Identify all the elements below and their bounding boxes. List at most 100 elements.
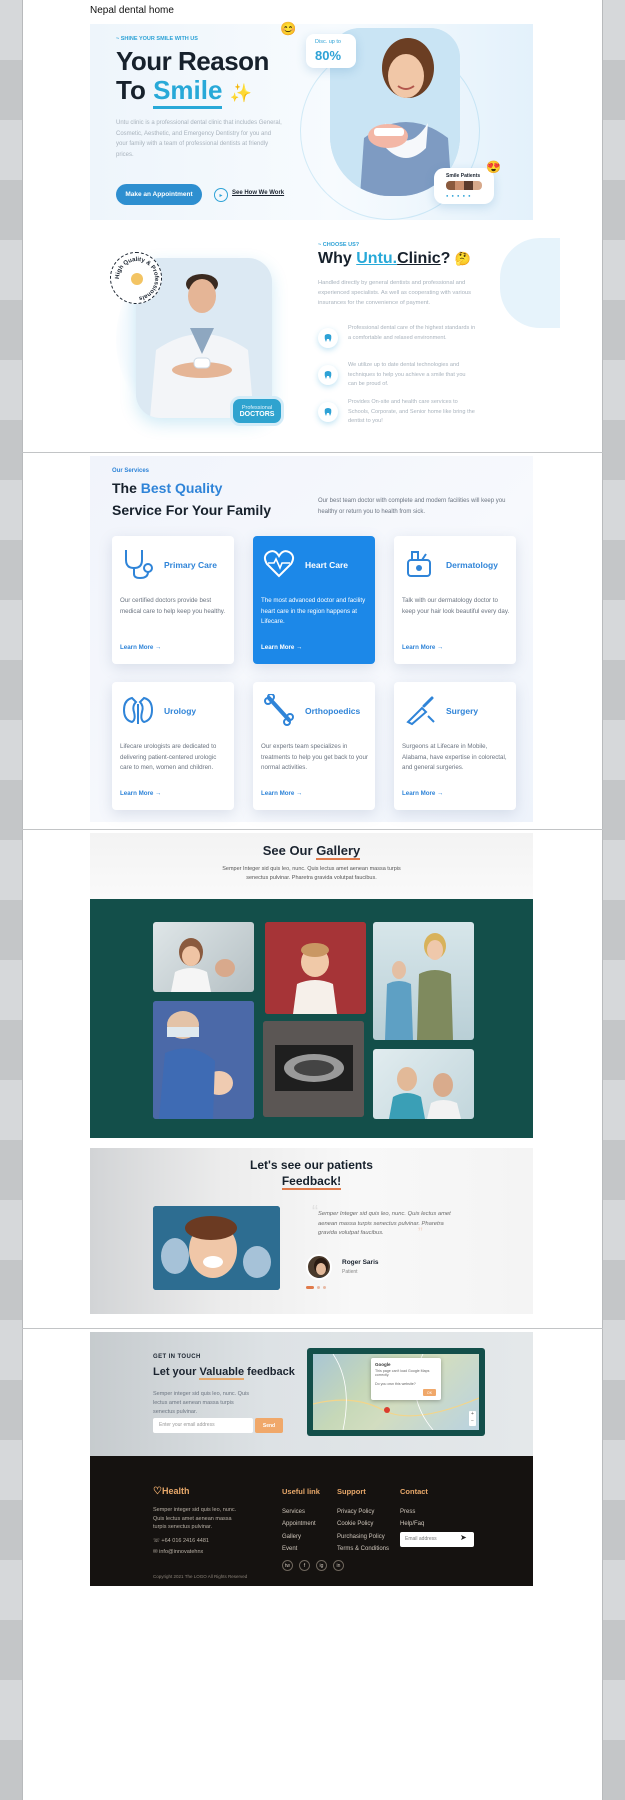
feedback-section: Let's see our patients Feedback! “ Sempe… <box>90 1148 533 1314</box>
feedback-title-highlight: Feedback! <box>281 1174 342 1190</box>
footer-link-cookie[interactable]: Cookie Policy <box>337 1518 389 1531</box>
footer-link-appointment[interactable]: Appointment <box>282 1518 320 1531</box>
footer-link-terms[interactable]: Terms & Conditions <box>337 1543 389 1556</box>
facebook-icon[interactable]: f <box>299 1560 310 1571</box>
learn-more-link[interactable]: Learn More → <box>261 790 302 797</box>
smile-patients-card: Smile Patients ● ● ● ● ● <box>434 168 494 204</box>
hero-section: ~ SHINE YOUR SMILE WITH US Your Reason T… <box>90 21 533 220</box>
stethoscope-icon <box>125 550 153 580</box>
send-arrow-icon[interactable]: ➤ <box>460 1533 467 1542</box>
service-card-description: Talk with our dermatology doctor to keep… <box>402 597 510 615</box>
hero-headline-line2: To Smile ✨ <box>116 75 253 109</box>
feature-text: Professional dental care of the highest … <box>348 325 476 341</box>
footer-link-event[interactable]: Event <box>282 1543 320 1556</box>
thinking-emoji-icon: 🤔 <box>454 251 472 266</box>
feedback-title-line2: Feedback! <box>90 1174 533 1190</box>
why-section: High Quality & Professionals Professiona… <box>90 228 560 438</box>
gallery-photo-staff[interactable] <box>373 922 474 1040</box>
gallery-photo-smiling-pair[interactable] <box>373 1049 474 1119</box>
service-card-description: Lifecare urologists are dedicated to del… <box>120 743 217 771</box>
footer-link-purchasing[interactable]: Purchasing Policy <box>337 1531 389 1544</box>
footer-email-text: info@innovatehnx <box>159 1549 204 1555</box>
why-intro: Handled directly by general dentists and… <box>318 280 472 306</box>
service-card-primary care[interactable]: Primary Care Our certified doctors provid… <box>112 536 234 664</box>
gallery-subtitle: Semper Integer sid quis leo, nunc. Quis … <box>222 866 401 881</box>
kidney-icon <box>122 696 154 724</box>
service-card-surgery[interactable]: Surgery Surgeons at Lifecare in Mobile, A… <box>394 682 516 810</box>
headline-smile: Smile <box>153 75 223 109</box>
gallery-title-gallery: Gallery <box>316 843 361 860</box>
learn-more-link[interactable]: Learn More → <box>402 790 443 797</box>
feature-item: Provides On-site and health care service… <box>318 398 478 435</box>
gallery-title-see: See Our <box>262 843 313 858</box>
learn-more-link[interactable]: Learn More → <box>402 644 443 651</box>
feature-list: Professional dental care of the highest … <box>318 324 478 435</box>
carousel-dot[interactable] <box>317 1286 320 1289</box>
gallery-photo-dentist-patient[interactable] <box>153 922 254 992</box>
twitter-icon[interactable]: tw <box>282 1560 293 1571</box>
contact-heading: Contact <box>400 1487 428 1496</box>
gallery-title: See Our Gallery <box>90 843 533 860</box>
quote-close-icon: ” <box>418 1224 423 1240</box>
feedback-photo <box>153 1206 280 1290</box>
footer-phone-text: +64 016 2416 4481 <box>161 1538 209 1544</box>
feature-text: Provides On-site and health care service… <box>348 399 475 424</box>
learn-more-link[interactable]: Learn More → <box>120 644 161 651</box>
service-card-orthopoedics[interactable]: Orthopoedics Our experts team specializes… <box>253 682 375 810</box>
gallery-photo-xray[interactable] <box>263 1021 364 1117</box>
footer-copyright: Copyright 2021 The LOGO All Rights Reser… <box>153 1574 248 1579</box>
decorative-blob <box>500 238 560 328</box>
carousel-dot-active[interactable] <box>306 1286 314 1289</box>
author-name: Roger Saris <box>342 1259 379 1266</box>
learn-more-link[interactable]: Learn More → <box>261 644 302 651</box>
send-button[interactable]: Send <box>255 1418 283 1433</box>
play-icon[interactable]: ▸ <box>214 188 228 202</box>
services-title-line2: Service For Your Family <box>112 502 271 518</box>
footer-link-services[interactable]: Services <box>282 1506 320 1519</box>
why-title-brand: Untu. <box>356 250 398 267</box>
instagram-icon[interactable]: ig <box>316 1560 327 1571</box>
gallery-photo-child-chair[interactable] <box>265 922 366 1014</box>
gallery-photo-dental-exam[interactable] <box>153 1001 254 1119</box>
services-section: Our Services The Best Quality Service Fo… <box>90 456 533 822</box>
sparkle-icon: ✨ <box>229 83 253 103</box>
tooth-care-icon <box>318 328 338 348</box>
services-title-the: The <box>112 480 137 496</box>
footer-link-press[interactable]: Press <box>400 1506 428 1519</box>
why-title: Why Untu.Clinic? 🤔 <box>318 250 471 268</box>
map-embed[interactable]: Google This page can't load Google Maps … <box>313 1354 479 1430</box>
feature-text: We utilize up to date dental technologie… <box>348 362 466 387</box>
service-card-urology[interactable]: Urology Lifecare urologists are dedicated… <box>112 682 234 810</box>
contact-title-let: Let your <box>153 1366 197 1378</box>
why-title-clinic: Clinic <box>397 250 441 267</box>
make-appointment-button[interactable]: Make an Appointment <box>116 184 202 205</box>
service-card-description: The most advanced doctor and facility he… <box>261 597 366 625</box>
services-description: Our best team doctor with complete and m… <box>318 498 506 515</box>
see-how-we-work-link[interactable]: See How We Work <box>232 190 284 196</box>
discount-label: Disc. up to <box>315 39 341 45</box>
linkedin-icon[interactable]: in <box>333 1560 344 1571</box>
map-zoom-controls[interactable]: + − <box>469 1411 476 1426</box>
footer-link-privacy[interactable]: Privacy Policy <box>337 1506 389 1519</box>
service-card-dermatology[interactable]: Dermatology Talk with our dermatology doc… <box>394 536 516 664</box>
service-card-heart care[interactable]: Heart Care The most advanced doctor and f… <box>253 536 375 664</box>
author-role: Patient <box>342 1269 358 1275</box>
map-popup-ok-button[interactable]: OK <box>423 1389 436 1396</box>
footer-link-gallery[interactable]: Gallery <box>282 1531 320 1544</box>
service-card-title: Surgery <box>446 706 479 716</box>
footer-useful-links: Useful link Services Appointment Gallery… <box>282 1486 320 1556</box>
footer-link-help[interactable]: Help/Faq <box>400 1518 428 1531</box>
footer-contact-links: Contact Press Help/Faq <box>400 1486 428 1531</box>
heart-eyes-emoji-icon: 😍 <box>486 160 501 174</box>
carousel-dots[interactable] <box>306 1286 326 1289</box>
bone-icon <box>264 694 294 726</box>
footer-about: Semper integer sid quis leo, nunc. Quis … <box>153 1507 237 1530</box>
useful-links-heading: Useful link <box>282 1487 320 1496</box>
map-popup-title: Google <box>375 1362 391 1367</box>
map-popup-text: This page can't load Google Maps correct… <box>375 1369 430 1377</box>
carousel-dot[interactable] <box>323 1286 326 1289</box>
contact-title: Let your Valuable feedback <box>153 1366 295 1380</box>
contact-email-input[interactable]: Enter your email address <box>153 1418 253 1433</box>
dermatology-icon <box>407 551 431 577</box>
learn-more-link[interactable]: Learn More → <box>120 790 161 797</box>
